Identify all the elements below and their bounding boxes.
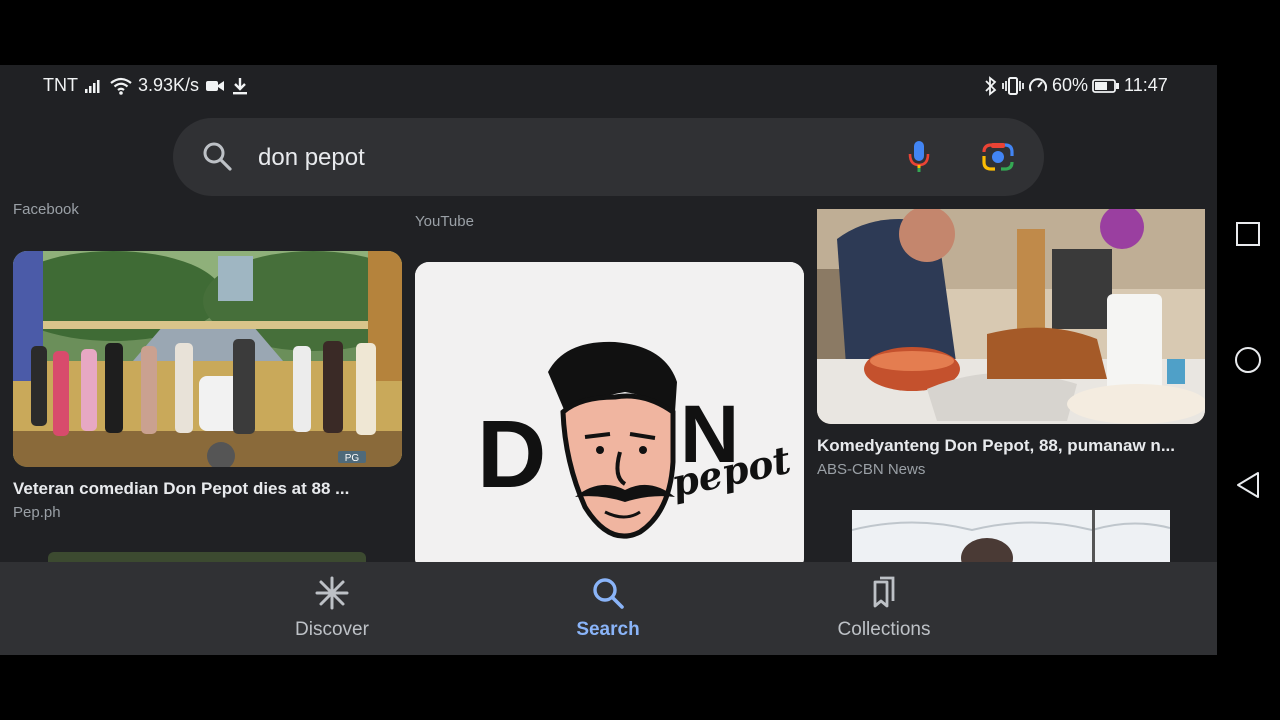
mic-icon[interactable] xyxy=(906,140,932,174)
back-icon[interactable] xyxy=(1234,471,1262,499)
tab-label: Search xyxy=(576,619,640,640)
status-right: 60% 11:47 xyxy=(984,75,1168,96)
speedometer-icon xyxy=(1029,77,1047,91)
search-icon[interactable] xyxy=(201,140,233,172)
result-source: ABS-CBN News xyxy=(817,461,926,478)
result-source: YouTube xyxy=(415,213,474,230)
stage-photo: PG xyxy=(13,251,402,467)
tab-search[interactable]: Search xyxy=(528,576,688,641)
app-screen: TNT 3.93K/s 60% 11:47 Facebook YouTube P… xyxy=(0,65,1217,655)
carrier-label: TNT xyxy=(43,75,78,95)
tab-label: Discover xyxy=(295,619,369,640)
clock: 11:47 xyxy=(1124,75,1168,95)
video-camera-icon xyxy=(206,80,225,91)
search-input[interactable]: don pepot xyxy=(258,144,365,172)
download-icon xyxy=(233,77,248,94)
tab-discover[interactable]: Discover xyxy=(252,576,412,641)
logo-d: D xyxy=(477,401,546,508)
svg-text:PG: PG xyxy=(345,453,360,464)
kitchen-photo xyxy=(817,209,1205,424)
recents-icon[interactable] xyxy=(1234,220,1262,248)
status-left: TNT 3.93K/s xyxy=(43,75,249,96)
result-title[interactable]: Veteran comedian Don Pepot dies at 88 ..… xyxy=(13,479,349,499)
home-icon[interactable] xyxy=(1234,346,1262,374)
network-speed: 3.93K/s xyxy=(138,75,200,95)
asterisk-icon xyxy=(315,576,349,610)
battery-percent: 60% xyxy=(1052,75,1089,95)
result-thumbnail[interactable]: D N pepot xyxy=(415,262,804,572)
result-source: Pep.ph xyxy=(13,504,61,521)
google-lens-icon[interactable] xyxy=(981,142,1015,172)
status-bar: TNT 3.93K/s 60% 11:47 xyxy=(0,65,1217,105)
bluetooth-icon xyxy=(985,75,997,96)
tab-label: Collections xyxy=(837,619,931,640)
result-thumbnail[interactable] xyxy=(817,209,1205,424)
result-title[interactable]: Komedyanteng Don Pepot, 88, pumanaw n... xyxy=(817,436,1175,456)
signal-icon xyxy=(85,79,100,93)
result-source: Facebook xyxy=(13,201,79,218)
battery-icon xyxy=(1092,78,1120,93)
result-thumbnail[interactable]: PG xyxy=(13,251,402,467)
bottom-navigation: Discover Search Collections xyxy=(0,562,1217,655)
don-pepot-logo-image: D N pepot xyxy=(415,262,804,572)
vibrate-icon xyxy=(1002,76,1024,95)
search-icon xyxy=(593,578,624,609)
bookmarks-icon xyxy=(873,576,895,608)
search-bar[interactable]: don pepot xyxy=(173,118,1044,196)
wifi-icon xyxy=(110,77,132,95)
tab-collections[interactable]: Collections xyxy=(804,576,964,641)
